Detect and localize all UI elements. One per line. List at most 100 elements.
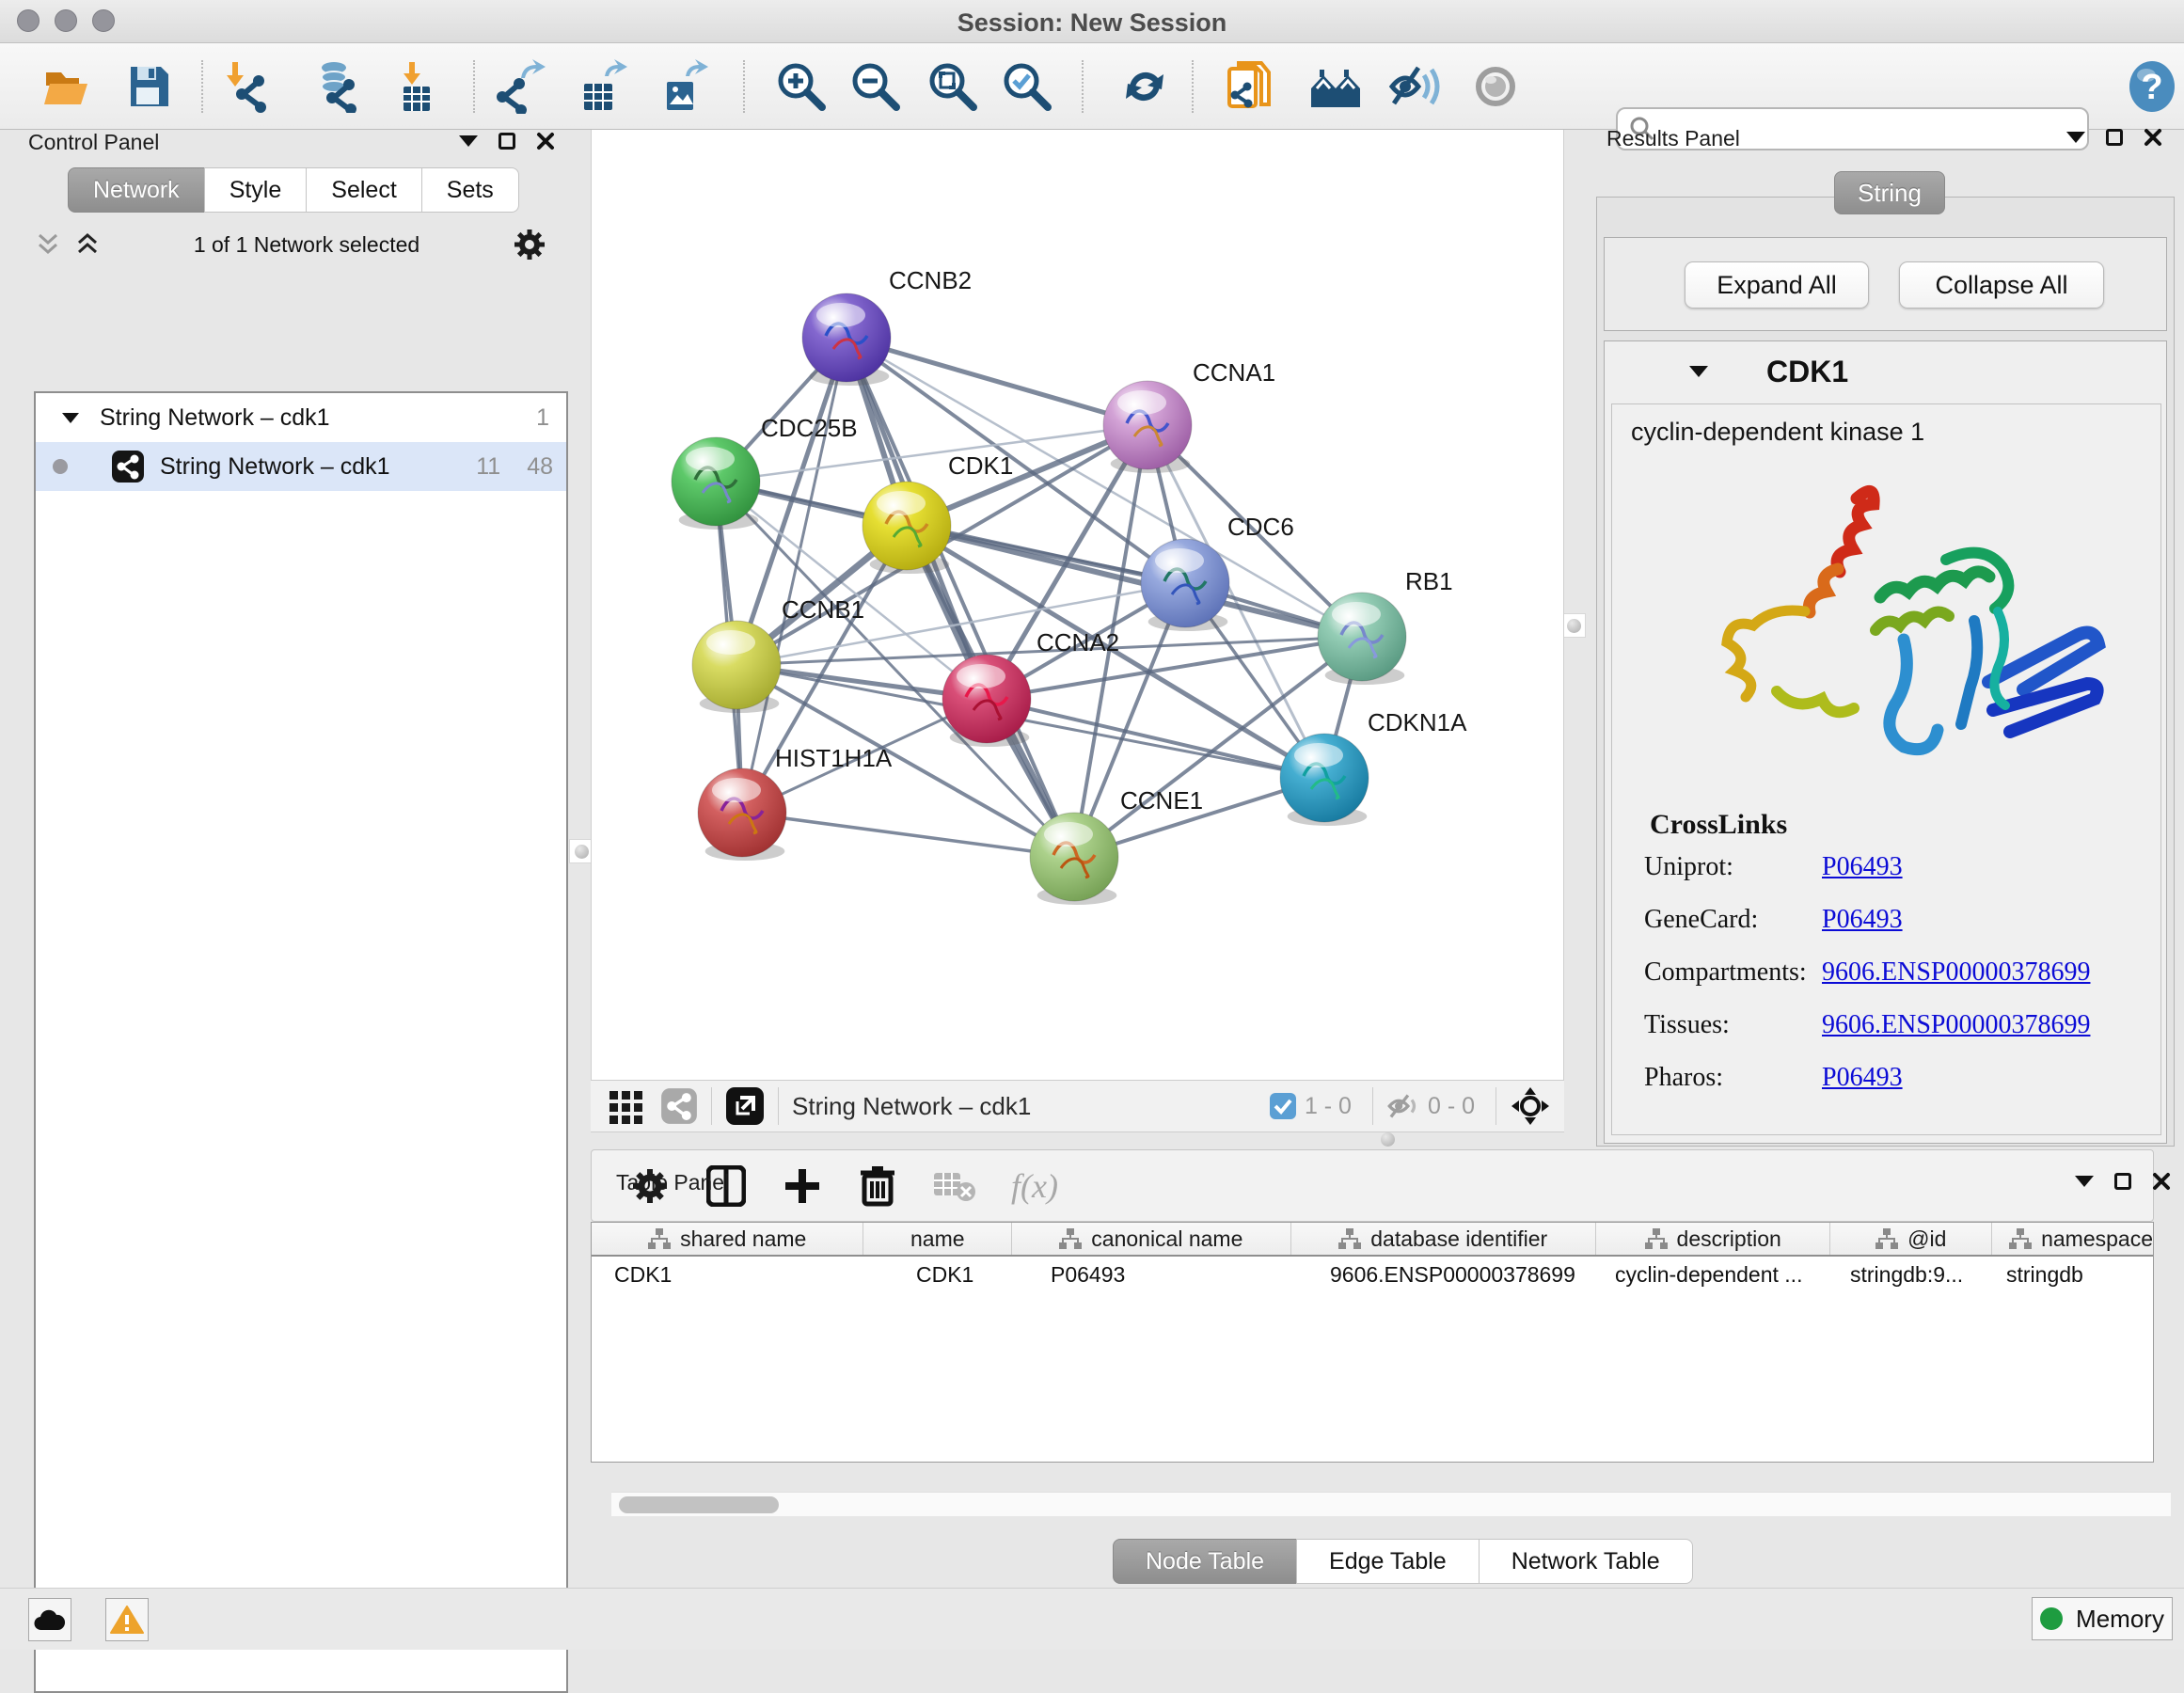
export-network-icon[interactable]	[494, 58, 550, 115]
column-header[interactable]: canonical name	[1012, 1223, 1290, 1255]
save-session-icon[interactable]	[120, 58, 177, 115]
expand-all-chevron-icon[interactable]	[73, 232, 102, 257]
crosslink-compartments[interactable]: 9606.ENSP00000378699	[1822, 957, 2090, 988]
cell-canonical-name[interactable]: P06493	[1013, 1262, 1292, 1288]
network-node-cdc6[interactable]	[1141, 539, 1229, 631]
network-node-hist1h1a[interactable]	[698, 768, 786, 861]
status-bar: Memory	[0, 1588, 2184, 1650]
network-node-ccna2[interactable]	[942, 655, 1031, 747]
show-hide-enrichment-icon[interactable]	[1385, 58, 1442, 115]
cell-description[interactable]: cyclin-dependent ...	[1598, 1262, 1833, 1288]
export-image-icon[interactable]	[657, 58, 713, 115]
detach-view-icon[interactable]	[725, 1086, 765, 1126]
crosslink-tissues[interactable]: 9606.ENSP00000378699	[1822, 1010, 2090, 1040]
panel-close-icon[interactable]	[536, 132, 555, 150]
gene-section-header[interactable]: CDK1	[1605, 341, 2166, 402]
import-network-database-icon[interactable]	[308, 58, 364, 115]
tab-node-table[interactable]: Node Table	[1113, 1539, 1297, 1584]
warning-button[interactable]	[105, 1598, 149, 1641]
crosslink-genecard[interactable]: P06493	[1822, 905, 1903, 935]
network-edge[interactable]	[742, 813, 1074, 857]
column-header[interactable]: database identifier	[1291, 1223, 1596, 1255]
column-header[interactable]: shared name	[592, 1223, 863, 1255]
hierarchy-icon	[1645, 1228, 1668, 1249]
network-badge-icon[interactable]	[660, 1087, 698, 1125]
column-header[interactable]: description	[1596, 1223, 1831, 1255]
open-session-icon[interactable]	[39, 58, 95, 115]
panel-float-icon[interactable]	[2114, 1173, 2131, 1190]
zoom-fit-icon[interactable]	[925, 58, 981, 115]
share-document-icon[interactable]	[1223, 58, 1279, 115]
cell-shared-name[interactable]: CDK1	[592, 1262, 864, 1288]
network-node-ccna1[interactable]	[1103, 381, 1192, 473]
memory-button[interactable]: Memory	[2032, 1597, 2173, 1640]
cell-id[interactable]: stringdb:9...	[1833, 1262, 1995, 1288]
grid-view-icon[interactable]	[608, 1087, 645, 1125]
column-header[interactable]: namespace	[1992, 1223, 2153, 1255]
network-node-ccne1[interactable]	[1030, 813, 1118, 905]
refresh-icon[interactable]	[1116, 58, 1173, 115]
tab-style[interactable]: Style	[204, 167, 308, 213]
table-row[interactable]: CDK1 CDK1 P06493 9606.ENSP00000378699 cy…	[592, 1257, 2153, 1292]
network-node-cdc25b[interactable]	[672, 437, 760, 530]
panel-float-icon[interactable]	[2106, 129, 2123, 146]
selected-checkbox-icon[interactable]	[1269, 1092, 1297, 1120]
toolbar-divider	[711, 1087, 712, 1125]
network-node-cdkn1a[interactable]	[1280, 734, 1369, 826]
network-row[interactable]: String Network – cdk1 11 48	[36, 442, 566, 491]
network-node-rb1[interactable]	[1318, 593, 1406, 685]
panel-float-icon[interactable]	[499, 133, 515, 150]
zoom-selected-icon[interactable]	[999, 58, 1055, 115]
crosslink-pharos[interactable]: P06493	[1822, 1063, 1903, 1093]
tab-network[interactable]: Network	[68, 167, 205, 213]
zoom-in-icon[interactable]	[773, 58, 830, 115]
cell-namespace[interactable]: stringdb	[1995, 1262, 2153, 1288]
collapse-all-button[interactable]: Collapse All	[1899, 261, 2104, 309]
scrollbar-thumb[interactable]	[619, 1496, 779, 1513]
add-column-icon[interactable]	[782, 1165, 823, 1207]
network-node-cdk1[interactable]	[863, 482, 951, 574]
crosslink-uniprot[interactable]: P06493	[1822, 852, 1903, 882]
export-table-icon[interactable]	[576, 58, 632, 115]
network-node-ccnb1[interactable]	[692, 621, 781, 713]
node-table[interactable]: shared name name canonical name database…	[591, 1222, 2154, 1463]
panel-close-icon[interactable]	[2144, 128, 2162, 147]
tab-sets[interactable]: Sets	[421, 167, 519, 213]
tab-select[interactable]: Select	[306, 167, 421, 213]
tab-network-table[interactable]: Network Table	[1479, 1539, 1693, 1584]
cloud-button[interactable]	[28, 1598, 71, 1641]
network-edge[interactable]	[847, 338, 1074, 857]
network-node-ccnb2[interactable]	[802, 293, 891, 386]
panel-collapse-icon[interactable]	[2066, 132, 2085, 143]
network-edge[interactable]	[907, 526, 1362, 637]
network-collection-row[interactable]: String Network – cdk1 1	[36, 393, 566, 442]
birds-eye-icon[interactable]	[1510, 1085, 1551, 1127]
string-home-icon[interactable]	[1307, 58, 1364, 115]
network-edge[interactable]	[847, 338, 1147, 425]
column-header[interactable]: @id	[1830, 1223, 1992, 1255]
cell-database-identifier[interactable]: 9606.ENSP00000378699	[1292, 1262, 1598, 1288]
panel-close-icon[interactable]	[2152, 1172, 2171, 1191]
panel-collapse-icon[interactable]	[2075, 1176, 2094, 1187]
network-graph[interactable]: CCNB2CCNA1CDC25BCDK1CDC6RB1CCNB1CCNA2CDK…	[592, 130, 1565, 1080]
import-network-file-icon[interactable]	[219, 58, 276, 115]
network-options-gear-icon[interactable]	[512, 227, 547, 262]
network-edge[interactable]	[987, 699, 1324, 778]
cell-name[interactable]: CDK1	[864, 1262, 1013, 1288]
collapse-all-chevron-icon[interactable]	[34, 232, 62, 257]
help-icon[interactable]: ?	[2124, 58, 2180, 115]
horizontal-splitter-handle[interactable]	[1375, 1131, 1400, 1147]
table-horizontal-scrollbar[interactable]	[611, 1492, 2171, 1516]
delete-column-icon[interactable]	[859, 1164, 896, 1208]
hierarchy-icon	[648, 1228, 671, 1249]
tab-edge-table[interactable]: Edge Table	[1296, 1539, 1480, 1584]
section-collapse-icon[interactable]	[1689, 366, 1708, 377]
column-header[interactable]: name	[863, 1223, 1012, 1255]
import-table-file-icon[interactable]	[388, 58, 445, 115]
expand-all-button[interactable]: Expand All	[1685, 261, 1869, 309]
tab-string[interactable]: String	[1834, 171, 1945, 214]
panel-collapse-icon[interactable]	[459, 135, 478, 147]
network-canvas[interactable]: CCNB2CCNA1CDC25BCDK1CDC6RB1CCNB1CCNA2CDK…	[591, 130, 1564, 1080]
tree-expand-icon[interactable]	[62, 413, 79, 423]
zoom-out-icon[interactable]	[847, 58, 904, 115]
